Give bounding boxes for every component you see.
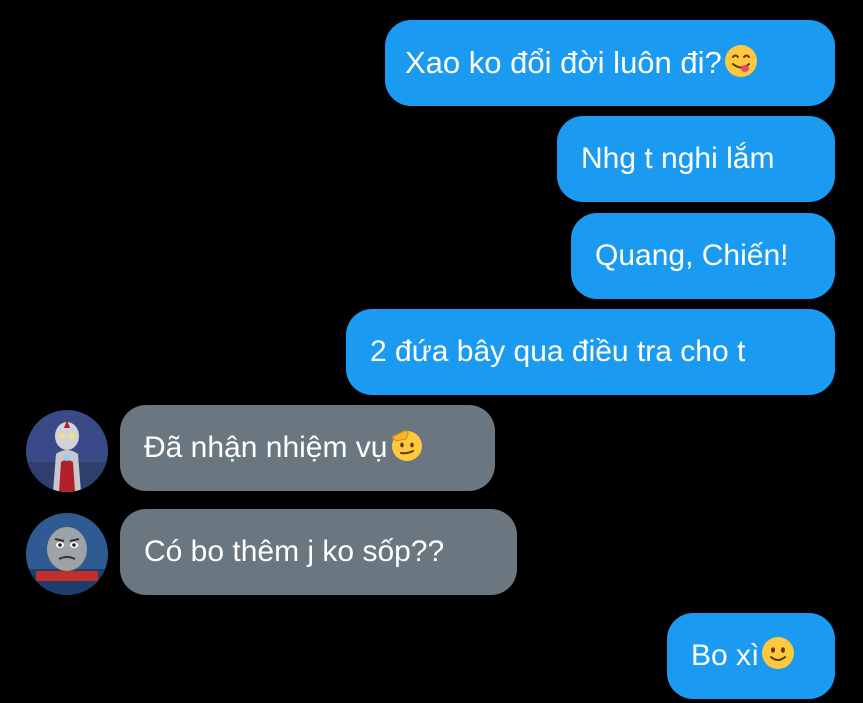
- outgoing-message[interactable]: Xao ko đổi đời luôn đi?: [385, 20, 835, 106]
- message-text: Bo xì: [691, 639, 760, 672]
- incoming-message[interactable]: Có bo thêm j ko sốp??: [120, 509, 517, 595]
- ultraman-avatar-image: [26, 410, 108, 492]
- message-text: Nhg t nghi lắm: [581, 142, 775, 175]
- tank-engine-avatar-image: [26, 513, 108, 595]
- tank-engine-avatar[interactable]: [26, 513, 108, 595]
- outgoing-message[interactable]: Quang, Chiến!: [571, 213, 835, 299]
- face-savoring-food-emoji: [724, 45, 757, 77]
- message-text: Xao ko đổi đời luôn đi?: [405, 45, 722, 80]
- incoming-message[interactable]: Đã nhận nhiệm vụ: [120, 405, 495, 491]
- message-text: Quang, Chiến!: [595, 239, 789, 272]
- message-text: 2 đứa bây qua điều tra cho t: [370, 335, 746, 368]
- outgoing-message[interactable]: 2 đứa bây qua điều tra cho t: [346, 309, 835, 395]
- outgoing-message[interactable]: Bo xì: [667, 613, 835, 699]
- outgoing-message[interactable]: Nhg t nghi lắm: [557, 116, 835, 202]
- saluting-face-emoji: [390, 430, 422, 461]
- slightly-smiling-face-emoji: [762, 637, 795, 669]
- message-text: Có bo thêm j ko sốp??: [144, 535, 445, 568]
- ultraman-avatar[interactable]: [26, 410, 108, 492]
- message-text: Đã nhận nhiệm vụ: [144, 431, 388, 464]
